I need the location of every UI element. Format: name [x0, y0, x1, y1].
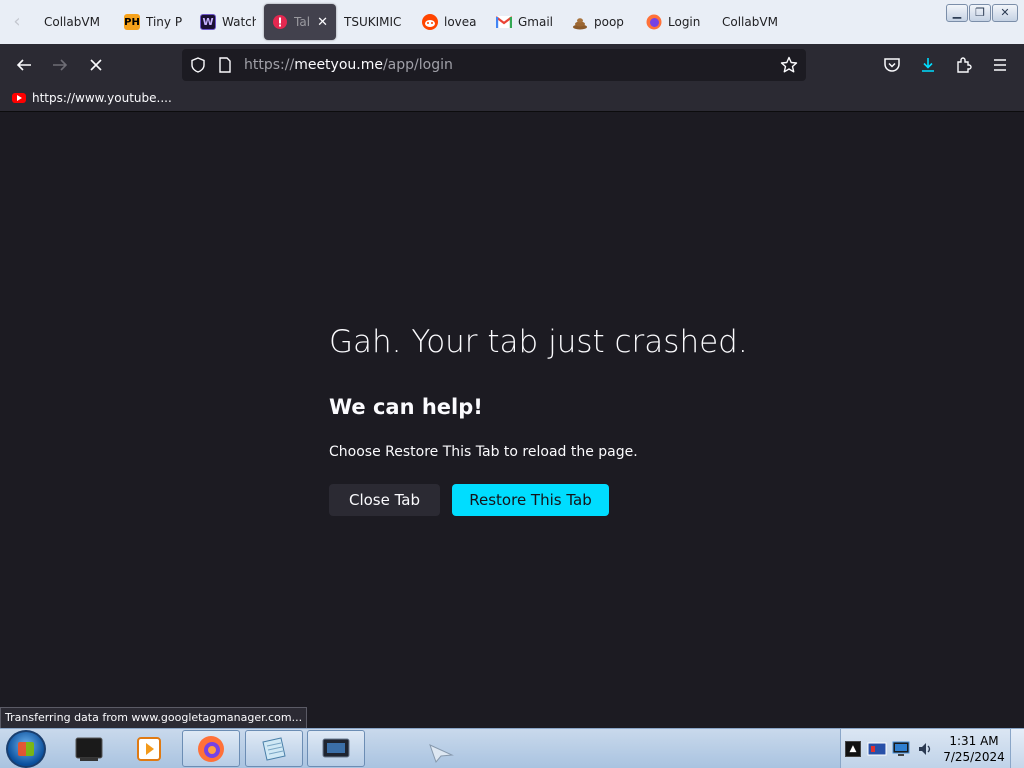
- notepad-app-icon: [262, 736, 286, 761]
- forward-icon[interactable]: [45, 50, 75, 80]
- firefox-icon: [646, 14, 662, 30]
- tab-strip: ‹ CollabVM PH Tiny P W Watch Tab ✕ TSUKI…: [0, 0, 1024, 44]
- youtube-icon: [12, 93, 26, 103]
- extensions-icon[interactable]: [949, 50, 979, 80]
- tab-poop[interactable]: poop: [564, 4, 638, 40]
- tab-login[interactable]: Login: [638, 4, 714, 40]
- window-controls: ▁ ❐ ✕: [946, 4, 1018, 22]
- taskbar-terminal[interactable]: [60, 730, 118, 767]
- crash-description: Choose Restore This Tab to reload the pa…: [329, 444, 638, 460]
- url-text: https://meetyou.me/app/login: [244, 57, 453, 73]
- bookmark-star-icon[interactable]: [780, 56, 798, 78]
- tab-scroll-left-icon[interactable]: ‹: [4, 6, 30, 38]
- bookmarks-toolbar: https://www.youtube....: [0, 86, 1024, 112]
- crash-title: Gah. Your tab just crashed.: [329, 324, 748, 360]
- tracking-shield-icon[interactable]: [190, 57, 206, 77]
- tab-label: Tiny P: [146, 15, 183, 29]
- url-bar[interactable]: https://meetyou.me/app/login: [182, 49, 806, 81]
- system-clock[interactable]: 1:31 AM 7/25/2024: [941, 733, 1007, 765]
- tab-collabvm-1[interactable]: CollabVM: [36, 4, 116, 40]
- gmail-icon: [496, 14, 512, 30]
- taskbar-notepad[interactable]: [245, 730, 303, 767]
- ph-favicon-icon: PH: [124, 14, 140, 30]
- start-button-icon[interactable]: [6, 730, 46, 768]
- bookmark-item-youtube[interactable]: https://www.youtube....: [12, 91, 172, 105]
- mouse-cursor-icon: [428, 743, 454, 767]
- close-window-icon[interactable]: ✕: [992, 4, 1018, 22]
- crash-subtitle: We can help!: [329, 395, 483, 419]
- pocket-icon[interactable]: [877, 50, 907, 80]
- tab-label: lovea: [444, 15, 477, 29]
- clock-date: 7/25/2024: [943, 750, 1005, 764]
- url-domain: meetyou.me: [294, 57, 383, 73]
- navigation-toolbar: https://meetyou.me/app/login: [0, 44, 1024, 86]
- stop-loading-icon[interactable]: [81, 50, 111, 80]
- tab-watch[interactable]: W Watch: [192, 4, 264, 40]
- tray-expand-icon[interactable]: ▲: [845, 741, 861, 757]
- taskbar-media-player[interactable]: [120, 730, 178, 767]
- tab-label: poop: [594, 15, 624, 29]
- minimize-icon[interactable]: ▁: [946, 4, 968, 22]
- tab-label: Watch: [222, 15, 256, 29]
- restore-tab-button[interactable]: Restore This Tab: [452, 484, 609, 516]
- downloads-icon[interactable]: [913, 50, 943, 80]
- tab-label: Tab: [294, 15, 309, 29]
- tray-network-icon[interactable]: [891, 739, 911, 759]
- tab-label: CollabVM: [722, 15, 778, 29]
- tray-keyboard-icon[interactable]: [867, 739, 887, 759]
- tab-close-icon[interactable]: ✕: [317, 15, 328, 30]
- page-info-icon[interactable]: [218, 57, 232, 77]
- tab-label: Gmail: [518, 15, 554, 29]
- crash-page: Gah. Your tab just crashed. We can help!…: [0, 113, 1024, 728]
- crash-icon: [272, 14, 288, 30]
- url-path: /app/login: [382, 57, 453, 73]
- status-bar: Transferring data from www.googletagmana…: [0, 707, 308, 729]
- media-player-icon: [137, 736, 161, 761]
- tab-label: TSUKIMIC: [344, 15, 402, 29]
- tab-label: Login: [668, 15, 701, 29]
- menu-icon[interactable]: [985, 50, 1015, 80]
- bookmark-label: https://www.youtube....: [32, 91, 172, 105]
- w-favicon-icon: W: [200, 14, 216, 30]
- close-tab-button[interactable]: Close Tab: [329, 484, 440, 516]
- tray-volume-icon[interactable]: [915, 739, 935, 759]
- tab-list: CollabVM PH Tiny P W Watch Tab ✕ TSUKIMI…: [36, 4, 794, 40]
- taskbar-window[interactable]: [307, 730, 365, 767]
- system-tray: ▲ 1:31 AM 7/25/2024: [840, 729, 1024, 768]
- terminal-app-icon: [75, 737, 103, 761]
- tab-label: CollabVM: [44, 15, 100, 29]
- back-icon[interactable]: [9, 50, 39, 80]
- url-scheme: https://: [244, 57, 295, 73]
- tab-gmail[interactable]: Gmail: [488, 4, 564, 40]
- reddit-icon: [422, 14, 438, 30]
- restore-icon[interactable]: ❐: [969, 4, 991, 22]
- poop-icon: [572, 14, 588, 30]
- taskbar: ▲ 1:31 AM 7/25/2024: [0, 728, 1024, 768]
- tab-crashed-active[interactable]: Tab ✕: [264, 4, 336, 40]
- tab-tiny[interactable]: PH Tiny P: [116, 4, 192, 40]
- clock-time: 1:31 AM: [949, 734, 999, 748]
- window-app-icon: [322, 738, 350, 757]
- tab-collabvm-2[interactable]: CollabVM: [714, 4, 794, 40]
- tab-tsukimic[interactable]: TSUKIMIC: [336, 4, 414, 40]
- show-desktop-button[interactable]: [1010, 729, 1024, 768]
- tab-lovea[interactable]: lovea: [414, 4, 488, 40]
- taskbar-firefox[interactable]: [182, 730, 240, 767]
- firefox-app-icon: [198, 735, 224, 762]
